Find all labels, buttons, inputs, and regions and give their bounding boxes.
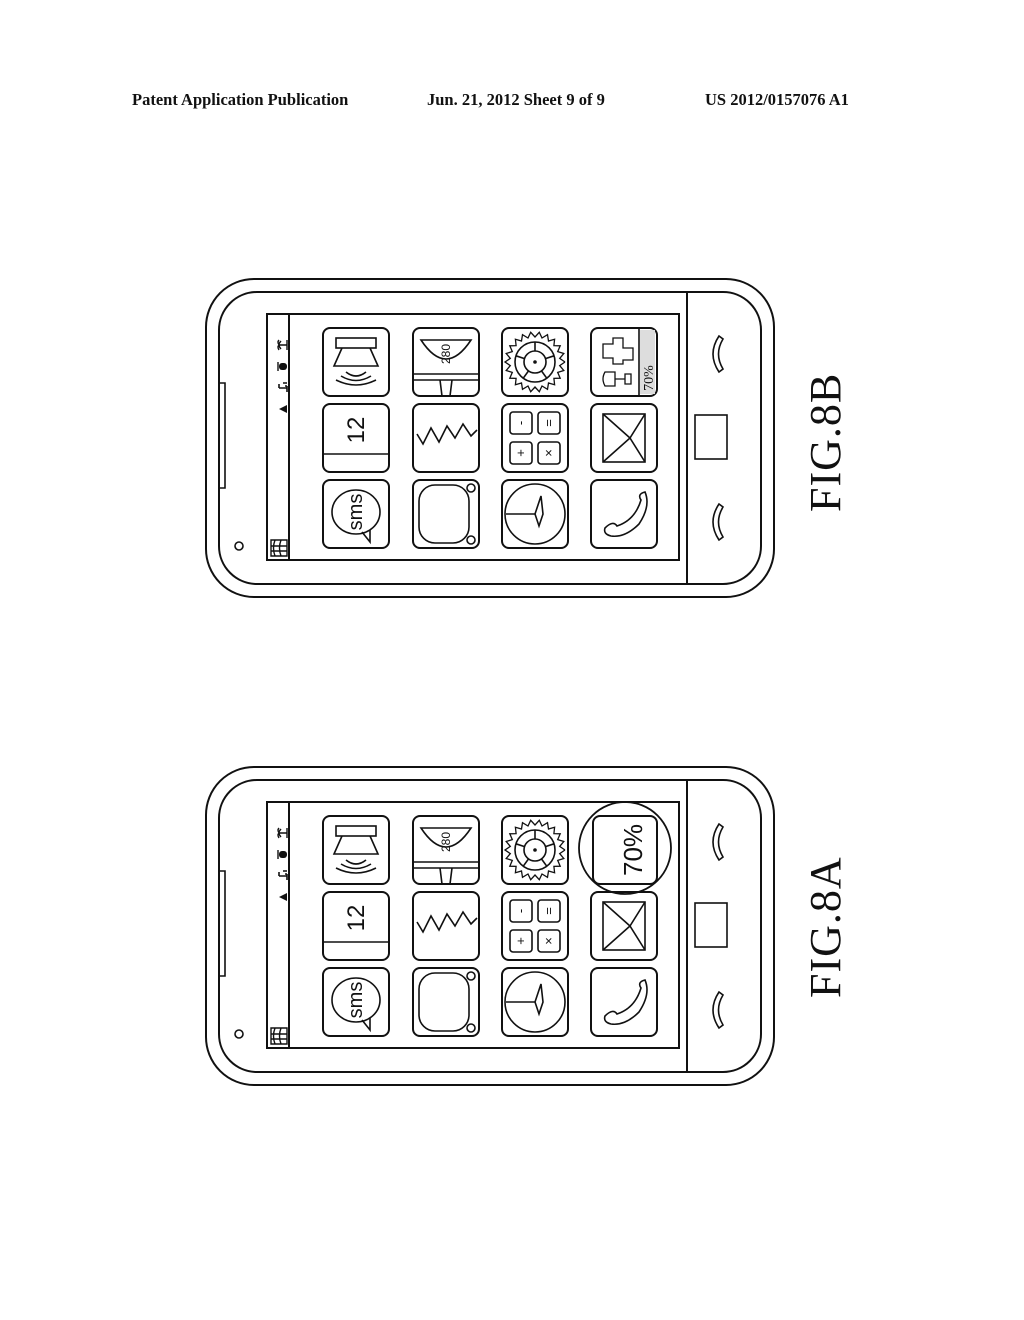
figure-label-8a: FIG.8A <box>801 856 850 998</box>
signal-strength-icon <box>278 382 288 392</box>
envelope-body <box>602 413 646 463</box>
sound-wave <box>345 859 367 865</box>
app-tv-screen[interactable] <box>412 479 480 549</box>
app-calendar[interactable]: 12 <box>322 891 390 961</box>
phone-handset-tile[interactable] <box>590 479 658 549</box>
app-mail-envelope[interactable] <box>590 891 658 961</box>
headset-icon <box>277 362 287 371</box>
camera-dot <box>234 1029 244 1039</box>
calc-key-label: = <box>541 907 556 915</box>
app-graph[interactable] <box>412 891 480 961</box>
envelope-flap <box>602 413 646 463</box>
tv-screen <box>418 972 470 1032</box>
screen <box>266 313 680 561</box>
calc-key-label: × <box>541 449 556 457</box>
calendar-date-text: 12 <box>343 417 370 444</box>
calendar-date-text: 12 <box>343 905 370 932</box>
app-calculator[interactable]: - = + × <box>501 403 569 473</box>
wifi-triangle-icon <box>279 405 287 413</box>
publication-date-sheet: Jun. 21, 2012 Sheet 9 of 9 <box>427 90 605 109</box>
calculator-tile[interactable] <box>501 403 569 473</box>
home-button[interactable] <box>694 902 728 948</box>
battery-percentage-text: 70% <box>618 824 648 876</box>
end-key-icon[interactable] <box>712 502 725 542</box>
signal-strength-icon <box>278 870 288 880</box>
speedometer-text: 280 <box>439 344 453 364</box>
app-clock[interactable] <box>501 479 569 549</box>
wifi-triangle-icon <box>279 893 287 901</box>
phone-body-outline <box>205 278 775 598</box>
headset-icon <box>277 850 287 859</box>
alarm-bell-icon <box>277 827 288 839</box>
phone-body-outline <box>205 766 775 1086</box>
app-graph[interactable] <box>412 403 480 473</box>
publication-title: Patent Application Publication <box>132 90 349 109</box>
app-phone-handset[interactable] <box>590 479 658 549</box>
speaker-body <box>335 825 377 837</box>
phone-drawing: 280 70% 12 - = + × sms <box>205 278 775 598</box>
calc-key-label: = <box>541 419 556 427</box>
status-bar <box>270 339 288 557</box>
calc-key-label: - <box>513 421 528 425</box>
battery-percentage-text: 70% <box>642 365 657 391</box>
sound-wave <box>345 371 367 377</box>
app-battery-widget[interactable]: 70% <box>592 815 658 885</box>
calc-key-label: + <box>513 449 528 457</box>
app-speedometer[interactable]: 280 <box>412 815 480 885</box>
alarm-bell-icon <box>277 339 288 351</box>
sms-text: sms <box>345 982 367 1019</box>
call-key-icon[interactable] <box>712 334 725 374</box>
app-settings-gear[interactable] <box>501 327 569 397</box>
app-speedometer[interactable]: 280 <box>412 327 480 397</box>
call-key-icon[interactable] <box>712 822 725 862</box>
tv-screen <box>418 484 470 544</box>
speedometer-text: 280 <box>439 832 453 852</box>
calculator-tile[interactable] <box>501 891 569 961</box>
phone-figure-8b: 280 70% 12 - = + × sms <box>205 278 775 598</box>
book-icon <box>270 539 288 557</box>
app-clock[interactable] <box>501 967 569 1037</box>
calc-key-label: - <box>513 909 528 913</box>
app-phone-handset[interactable] <box>590 967 658 1037</box>
patent-number: US 2012/0157076 A1 <box>705 90 849 109</box>
app-tv-screen[interactable] <box>412 967 480 1037</box>
envelope-flap <box>602 901 646 951</box>
speaker-cone <box>332 347 380 367</box>
app-settings-gear[interactable] <box>501 815 569 885</box>
calc-key-label: + <box>513 937 528 945</box>
clock-hands <box>534 495 544 529</box>
home-button[interactable] <box>694 414 728 460</box>
app-speaker[interactable] <box>322 815 390 885</box>
speaker-body <box>335 337 377 349</box>
figure-label-8b: FIG.8B <box>801 372 850 512</box>
app-mail-envelope[interactable] <box>590 403 658 473</box>
speaker-cone <box>332 835 380 855</box>
graph-line <box>416 910 478 934</box>
phone-handset-tile[interactable] <box>590 967 658 1037</box>
app-battery-widget[interactable]: 70% <box>590 327 658 397</box>
patent-header: Patent Application Publication Jun. 21, … <box>0 90 1024 114</box>
handset-shape <box>603 979 648 1026</box>
handset-shape <box>603 491 648 538</box>
clock-hands <box>534 983 544 1017</box>
envelope-body <box>602 901 646 951</box>
end-key-icon[interactable] <box>712 990 725 1030</box>
status-bar <box>270 827 288 1045</box>
app-speaker[interactable] <box>322 327 390 397</box>
app-calculator[interactable]: - = + × <box>501 891 569 961</box>
app-sms-bubble[interactable]: sms <box>322 479 390 549</box>
phone-figure-8a: 280 70% 12 - = + × sms <box>205 766 775 1086</box>
calc-key-label: × <box>541 937 556 945</box>
battery-diagram <box>602 337 634 365</box>
graph-tile[interactable] <box>412 891 480 961</box>
sms-text: sms <box>345 494 367 531</box>
graph-line <box>416 422 478 446</box>
app-sms-bubble[interactable]: sms <box>322 967 390 1037</box>
book-icon <box>270 1027 288 1045</box>
camera-dot <box>234 541 244 551</box>
phone-drawing: 280 70% 12 - = + × sms <box>205 766 775 1086</box>
graph-tile[interactable] <box>412 403 480 473</box>
app-calendar[interactable]: 12 <box>322 403 390 473</box>
